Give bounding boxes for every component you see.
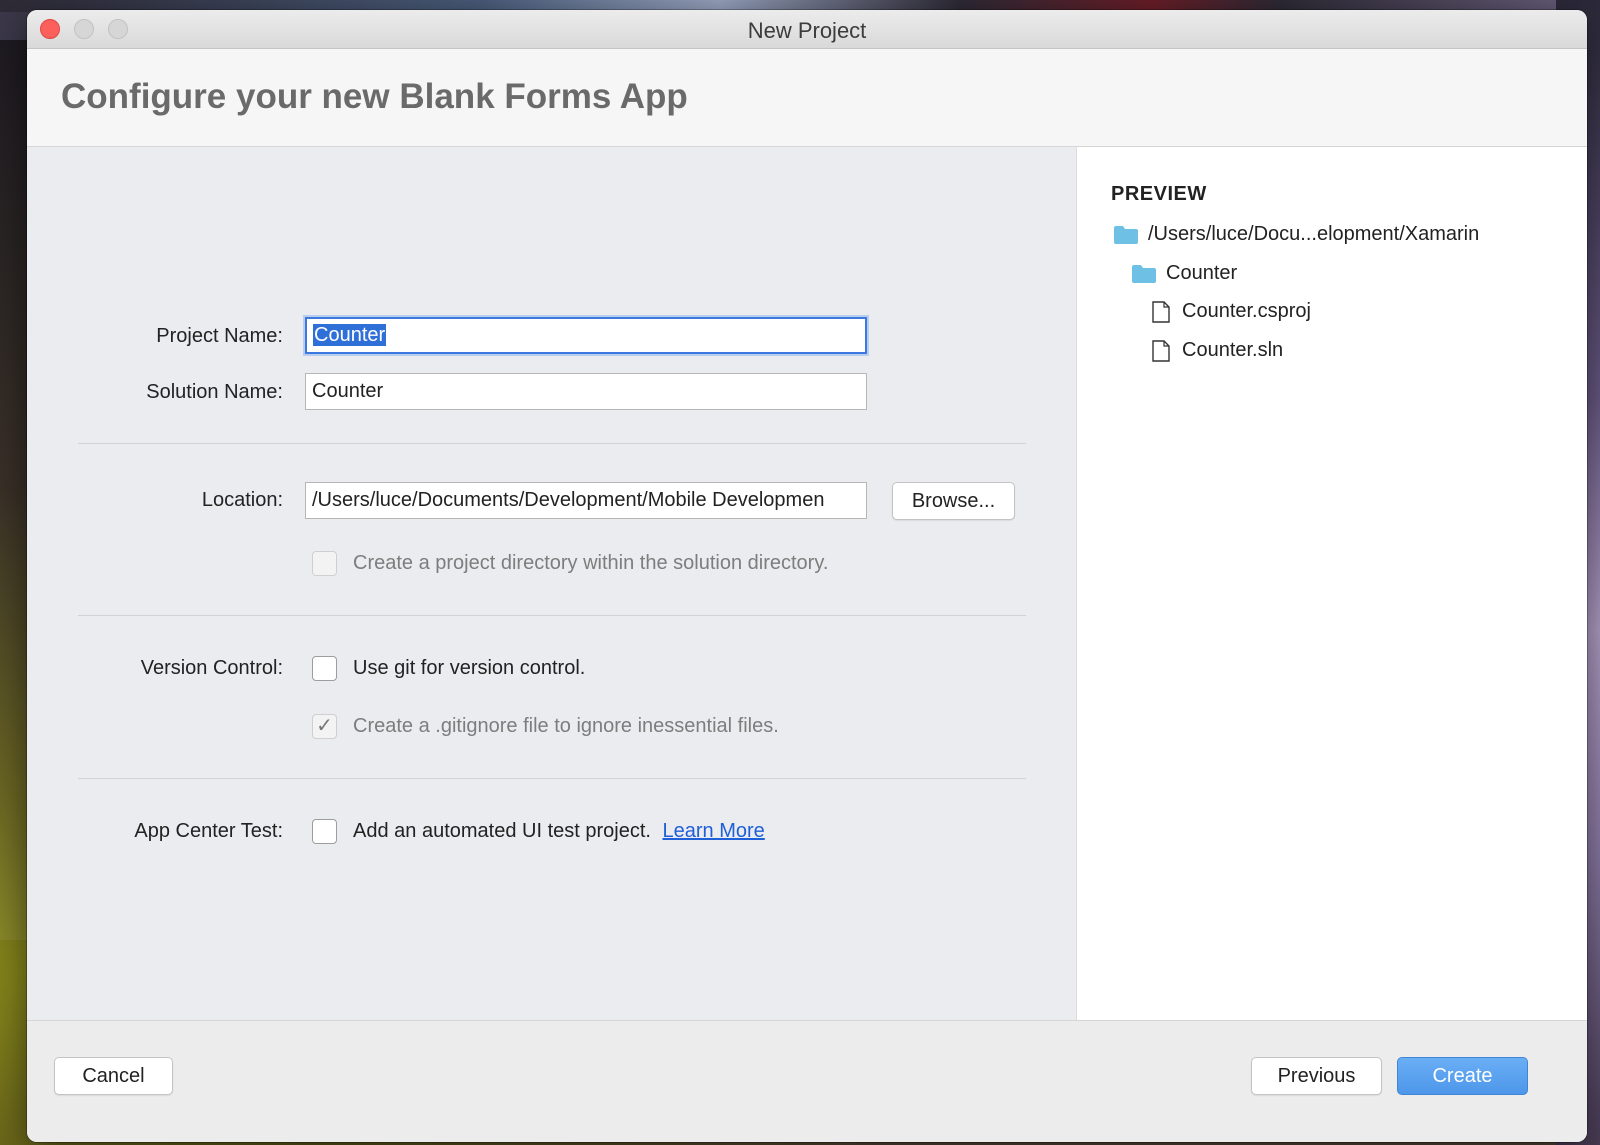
previous-button[interactable]: Previous (1251, 1057, 1382, 1095)
gitignore-checkbox[interactable]: ✓ (312, 714, 337, 739)
project-directory-checkbox[interactable] (312, 551, 337, 576)
use-git-checkbox[interactable] (312, 656, 337, 681)
ui-test-label-text: Add an automated UI test project. (353, 820, 651, 842)
tree-item-root-folder: /Users/luce/Docu...elopment/Xamarin (1114, 223, 1479, 246)
tree-item-label: Counter.csproj (1182, 300, 1311, 322)
app-center-test-label: App Center Test: (134, 820, 283, 842)
tree-item-project-folder: Counter (1132, 262, 1237, 285)
browse-button[interactable]: Browse... (892, 482, 1015, 520)
location-label: Location: (201, 489, 283, 511)
section-divider (78, 778, 1026, 779)
solution-name-input[interactable]: Counter (305, 373, 867, 410)
version-control-label: Version Control: (140, 657, 283, 679)
file-icon (1152, 300, 1170, 323)
file-icon (1152, 339, 1170, 362)
ui-test-label: Add an automated UI test project. Learn … (353, 820, 765, 843)
section-divider (78, 443, 1026, 444)
new-project-window: New Project Configure your new Blank For… (27, 10, 1587, 1142)
window-title: New Project (747, 18, 867, 43)
project-directory-label: Create a project directory within the so… (353, 552, 829, 574)
tree-item-label: Counter (1166, 262, 1238, 284)
cancel-button[interactable]: Cancel (54, 1057, 173, 1095)
dialog-header: Configure your new Blank Forms App (27, 49, 1587, 147)
project-name-input[interactable]: Counter (305, 317, 867, 354)
tree-item-sln-file: Counter.sln (1152, 339, 1283, 362)
dialog-footer: Cancel Previous Create (27, 1020, 1587, 1142)
folder-icon (1132, 264, 1156, 283)
folder-icon (1114, 225, 1138, 244)
preview-panel: PREVIEW /Users/luce/Docu...elopment/Xama… (1076, 147, 1587, 1020)
desktop-wallpaper-left (0, 40, 28, 940)
location-input[interactable]: /Users/luce/Documents/Development/Mobile… (305, 482, 867, 519)
section-divider (78, 615, 1026, 616)
title-bar: New Project (27, 10, 1587, 49)
tree-item-csproj-file: Counter.csproj (1152, 300, 1311, 323)
project-name-label: Project Name: (156, 325, 283, 347)
preview-title: PREVIEW (1111, 183, 1207, 205)
solution-name-label: Solution Name: (146, 381, 283, 403)
ui-test-checkbox[interactable] (312, 819, 337, 844)
tree-item-label: /Users/luce/Docu...elopment/Xamarin (1148, 223, 1480, 245)
create-button[interactable]: Create (1397, 1057, 1528, 1095)
page-title: Configure your new Blank Forms App (61, 77, 688, 116)
gitignore-label: Create a .gitignore file to ignore iness… (353, 715, 779, 737)
learn-more-link[interactable]: Learn More (663, 820, 765, 842)
configuration-form: Project Name: Counter Solution Name: Cou… (27, 147, 1076, 1020)
tree-item-label: Counter.sln (1182, 339, 1284, 361)
project-name-value: Counter (313, 324, 387, 346)
checkmark-icon: ✓ (316, 715, 333, 737)
use-git-label: Use git for version control. (353, 657, 586, 679)
